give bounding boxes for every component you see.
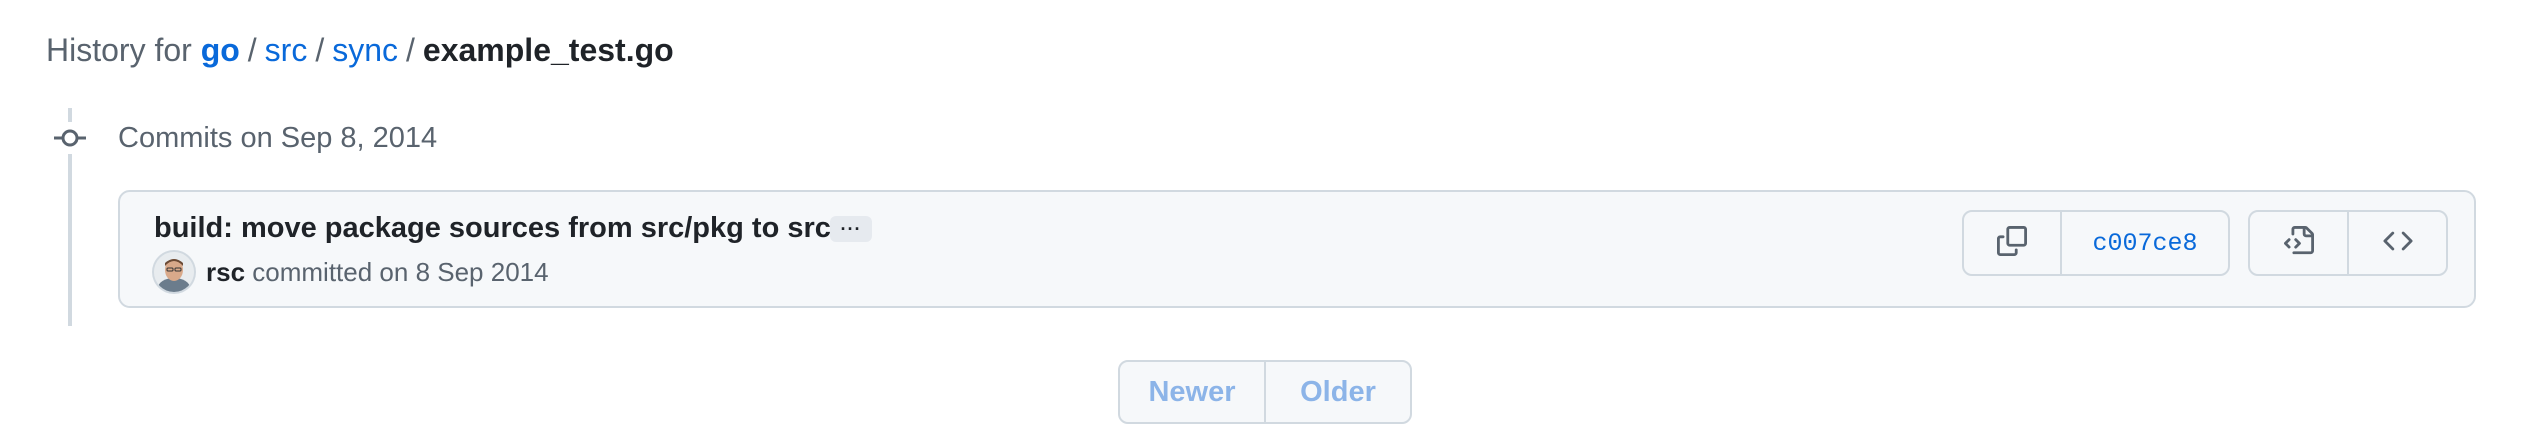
breadcrumb-separator: / <box>406 32 415 68</box>
commit-actions-group <box>2248 210 2448 276</box>
commit-author-link[interactable]: rsc <box>206 257 245 287</box>
view-code-button[interactable] <box>2347 212 2446 274</box>
breadcrumb-current-file: example_test.go <box>422 32 674 68</box>
history-label: History for <box>46 32 192 68</box>
pagination: Newer Older <box>1118 360 1412 424</box>
breadcrumb-separator: / <box>247 32 257 68</box>
ellipsis-label: ··· <box>840 219 862 239</box>
browse-repo-at-commit-button[interactable] <box>2250 212 2347 274</box>
breadcrumb-link-sync[interactable]: sync <box>332 32 398 68</box>
file-code-icon <box>2283 225 2314 261</box>
commit-action-text: committed on 8 Sep 2014 <box>252 257 549 287</box>
git-commit-icon <box>54 122 86 154</box>
author-avatar[interactable] <box>154 252 194 292</box>
copy-icon <box>1997 225 2027 261</box>
commit-author-line: rsc committed on 8 Sep 2014 <box>206 252 549 292</box>
sha-button-group: c007ce8 <box>1962 210 2230 276</box>
commit-row: build: move package sources from src/pkg… <box>118 190 2476 308</box>
breadcrumb-separator: / <box>315 32 325 68</box>
commit-group-date: Commits on Sep 8, 2014 <box>118 122 438 154</box>
commit-sha-link[interactable]: c007ce8 <box>2060 212 2228 274</box>
older-button[interactable]: Older <box>1264 362 1410 422</box>
commit-title-link[interactable]: build: move package sources from src/pkg… <box>154 208 831 248</box>
expand-commit-message-button[interactable]: ··· <box>830 216 872 242</box>
history-breadcrumb: History for go / src / sync / example_test.go <box>46 26 674 74</box>
code-icon <box>2382 226 2413 261</box>
copy-sha-button[interactable] <box>1964 212 2060 274</box>
breadcrumb-link-go[interactable]: go <box>201 32 240 68</box>
newer-button[interactable]: Newer <box>1120 362 1264 422</box>
breadcrumb-link-src[interactable]: src <box>265 32 308 68</box>
